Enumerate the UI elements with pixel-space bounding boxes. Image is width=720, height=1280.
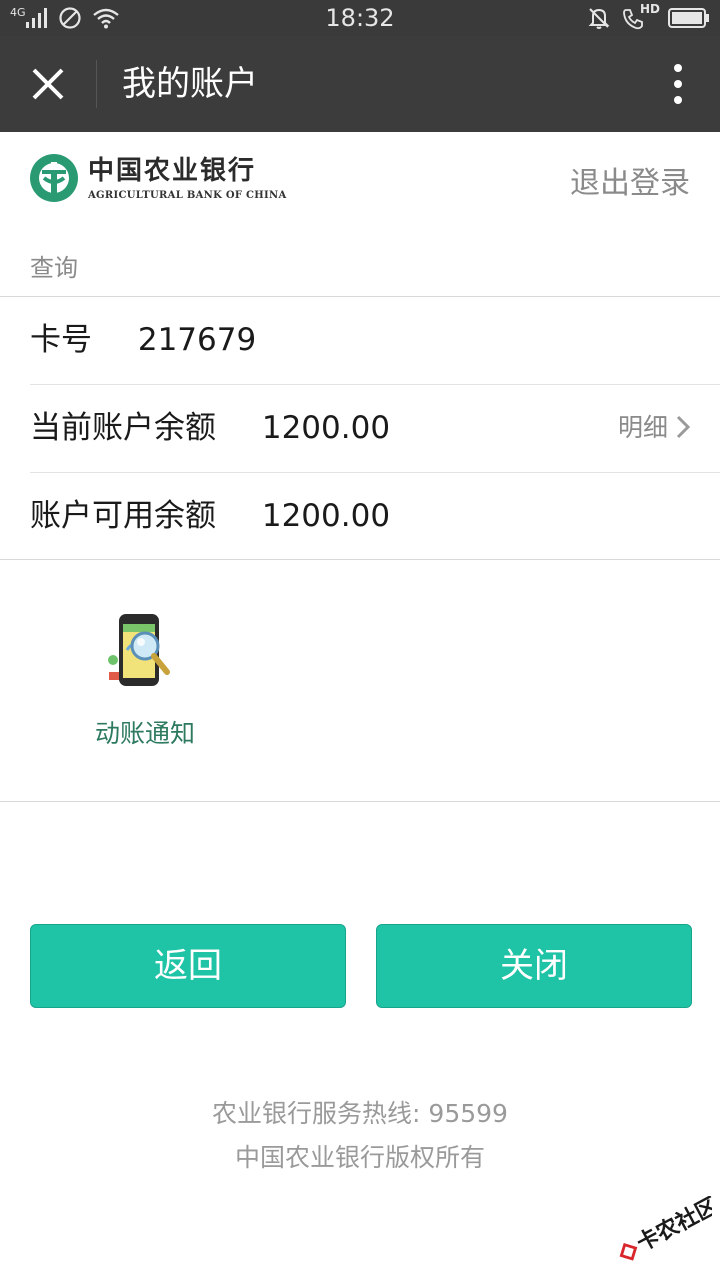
bank-name-chinese: 中国农业银行	[88, 156, 257, 186]
available-balance-value: 1200.00	[261, 498, 391, 534]
battery-icon	[668, 8, 709, 28]
close-button[interactable]: 关闭	[376, 924, 692, 1008]
card-number-value: 217679	[137, 322, 257, 358]
detail-link[interactable]: 明细	[617, 385, 691, 471]
available-balance-label: 账户可用余额	[30, 498, 216, 534]
account-notification-label: 动账通知	[94, 719, 195, 748]
bank-name-english: AGRICULTURAL BANK OF CHINA	[88, 190, 287, 201]
abc-logo-icon	[30, 154, 78, 202]
account-notification-item[interactable]: 动账通知	[70, 610, 220, 750]
chevron-right-icon	[676, 415, 691, 439]
divider	[0, 559, 720, 560]
status-right: HD	[588, 2, 710, 30]
phone-hd-indicator: HD	[622, 2, 660, 30]
nav-divider	[96, 60, 97, 108]
card-number-row: 卡号 217679	[30, 297, 690, 383]
close-icon[interactable]	[26, 62, 70, 106]
service-hotline: 农业银行服务热线: 95599	[212, 1099, 508, 1128]
page-title: 我的账户	[122, 64, 258, 104]
phone-magnifier-icon	[108, 614, 170, 686]
hd-label: HD	[640, 2, 661, 16]
card-number-label: 卡号	[30, 322, 92, 358]
copyright: 中国农业银行版权所有	[234, 1143, 485, 1172]
current-balance-label: 当前账户余额	[30, 410, 216, 446]
current-balance-value: 1200.00	[261, 410, 391, 446]
muted-bell-icon	[588, 8, 610, 29]
divider	[0, 801, 720, 802]
watermark-text: 卡农社区	[632, 1196, 712, 1257]
status-bar: 4G 18:32 HD	[0, 0, 720, 36]
current-balance-row[interactable]: 当前账户余额 1200.00 明细	[30, 385, 691, 471]
more-icon[interactable]	[666, 62, 690, 106]
section-label-query: 查询	[30, 254, 78, 282]
bank-header: 中国农业银行 AGRICULTURAL BANK OF CHINA 退出登录	[0, 132, 720, 228]
detail-link-label: 明细	[617, 413, 668, 442]
nav-bar: 我的账户	[0, 36, 720, 132]
available-balance-row: 账户可用余额 1200.00	[30, 473, 690, 559]
logout-button[interactable]: 退出登录	[570, 158, 690, 202]
back-button[interactable]: 返回	[30, 924, 346, 1008]
kanong-watermark-logo: 卡农社区	[619, 1196, 712, 1261]
